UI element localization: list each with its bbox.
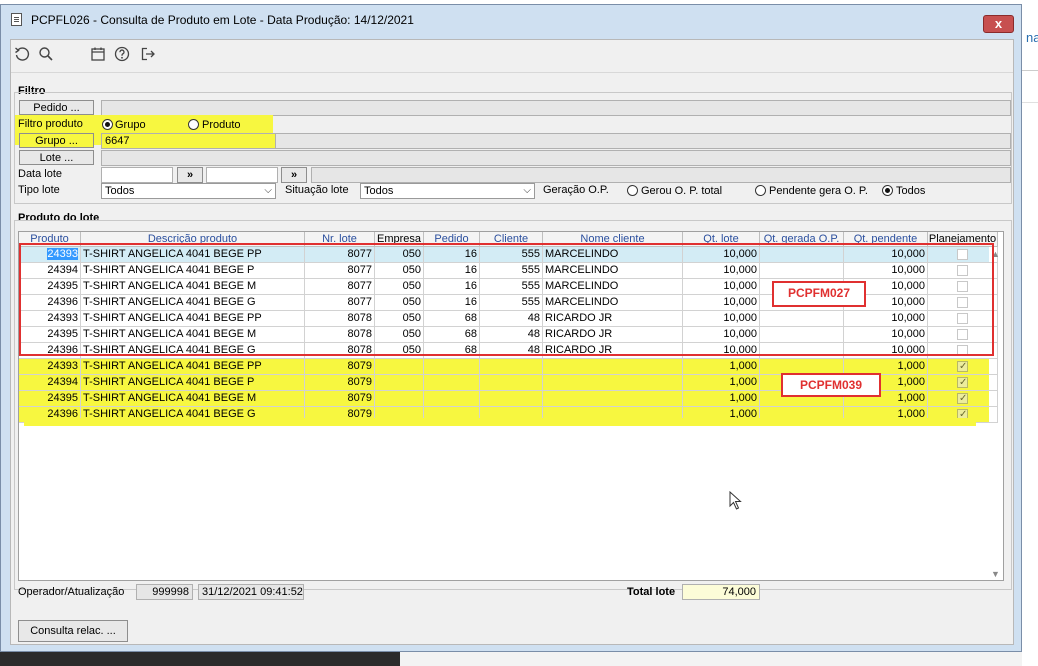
planejamento-checkbox[interactable] [957, 391, 968, 406]
taskbar-left [0, 650, 400, 666]
planejamento-checkbox[interactable] [957, 375, 968, 390]
cell-col-pedido [424, 391, 480, 407]
grupo-button[interactable]: Grupo ... [19, 133, 94, 148]
data-lote-from-button[interactable]: » [177, 167, 203, 183]
data-lote-label: Data lote [18, 168, 63, 180]
data-lote-to[interactable] [206, 167, 278, 183]
pedido-field[interactable] [101, 100, 1011, 116]
data-lote-to-button[interactable]: » [281, 167, 307, 183]
main-window: PCPFL026 - Consulta de Produto em Lote -… [0, 4, 1022, 652]
operador-field: 999998 [136, 584, 193, 600]
calendar-icon[interactable] [89, 46, 107, 64]
cell-col-descricao: T-SHIRT ANGELICA 4041 BEGE M [81, 391, 305, 407]
annotation-label-pcpfm027: PCPFM027 [772, 281, 866, 307]
cell-col-empresa [375, 391, 424, 407]
chevron-down-icon: ⌵ [264, 185, 272, 196]
geracao-op-label: Geração O.P. [543, 184, 609, 196]
situacao-lote-value: Todos [364, 185, 394, 197]
cell-col-cliente [480, 359, 543, 375]
cell-col-produto: 24395 [19, 391, 81, 407]
cell-col-pedido [424, 375, 480, 391]
mouse-cursor-icon [729, 490, 743, 514]
radio-pendente-gera-op[interactable] [755, 185, 766, 196]
grupo-field[interactable]: 6647 [101, 133, 276, 149]
grupo-description-field [275, 133, 1011, 149]
radio-produto[interactable] [188, 119, 199, 130]
total-lote-label: Total lote [627, 586, 676, 598]
background-app: na [1022, 0, 1038, 666]
filtro-produto-label: Filtro produto [18, 118, 83, 130]
cell-col-planejamento [928, 359, 998, 375]
help-icon[interactable] [113, 46, 131, 64]
radio-gerou-op-total[interactable] [627, 185, 638, 196]
radio-grupo[interactable] [102, 119, 113, 130]
consulta-relac-label: Consulta relac. ... [30, 625, 116, 637]
radio-pendente-label: Pendente gera O. P. [769, 185, 868, 197]
cell-col-qt-lote: 1,000 [683, 375, 760, 391]
window-title: PCPFL026 - Consulta de Produto em Lote -… [31, 13, 414, 27]
chevron-down-icon: ⌵ [523, 185, 531, 196]
annotation-label-pcpfm039: PCPFM039 [781, 373, 881, 397]
lote-field[interactable] [101, 150, 1011, 166]
cell-col-empresa [375, 359, 424, 375]
radio-produto-label: Produto [202, 119, 241, 131]
cell-col-nome-cliente [543, 391, 683, 407]
cell-col-nome-cliente [543, 359, 683, 375]
annotation-highlight-pcpfm039 [24, 418, 976, 426]
consulta-relac-button[interactable]: Consulta relac. ... [18, 620, 128, 642]
tipo-lote-value: Todos [105, 185, 135, 197]
pedido-button-label: Pedido ... [33, 102, 80, 114]
planejamento-checkbox[interactable] [957, 359, 968, 374]
refresh-icon[interactable] [13, 46, 31, 64]
cell-col-produto: 24394 [19, 375, 81, 391]
toolbar-divider [11, 72, 1013, 73]
title-bar: PCPFL026 - Consulta de Produto em Lote -… [1, 5, 1021, 35]
scroll-down-icon[interactable]: ▼ [991, 569, 1000, 579]
cell-col-planejamento [928, 375, 998, 391]
background-text: na [1026, 30, 1038, 45]
document-icon [11, 13, 22, 26]
radio-todos-label: Todos [896, 185, 926, 197]
cell-col-descricao: T-SHIRT ANGELICA 4041 BEGE PP [81, 359, 305, 375]
data-lote-from[interactable] [101, 167, 173, 183]
grupo-button-label: Grupo ... [35, 135, 78, 147]
cell-col-nr-lote: 8079 [305, 391, 375, 407]
situacao-lote-select[interactable]: Todos ⌵ [360, 183, 535, 199]
cell-col-qt-lote: 1,000 [683, 359, 760, 375]
situacao-lote-label: Situação lote [285, 184, 349, 196]
lote-button[interactable]: Lote ... [19, 150, 94, 165]
exit-icon[interactable] [139, 46, 157, 64]
tipo-lote-label: Tipo lote [18, 184, 60, 196]
cell-col-cliente [480, 375, 543, 391]
cell-col-planejamento [928, 391, 998, 407]
cell-col-nr-lote: 8079 [305, 375, 375, 391]
taskbar-right [400, 650, 1022, 666]
tipo-lote-select[interactable]: Todos ⌵ [101, 183, 276, 199]
cell-col-nr-lote: 8079 [305, 359, 375, 375]
cell-col-produto: 24393 [19, 359, 81, 375]
cell-col-empresa [375, 375, 424, 391]
cell-col-nome-cliente [543, 375, 683, 391]
close-button[interactable]: x [983, 15, 1014, 33]
operador-label: Operador/Atualização [18, 586, 125, 598]
cell-col-qt-lote: 1,000 [683, 391, 760, 407]
cell-col-cliente [480, 391, 543, 407]
pedido-button[interactable]: Pedido ... [19, 100, 94, 115]
cell-col-pedido [424, 359, 480, 375]
total-lote-field: 74,000 [682, 584, 760, 600]
data-lote-extra-field [311, 167, 1011, 183]
cell-col-descricao: T-SHIRT ANGELICA 4041 BEGE P [81, 375, 305, 391]
search-icon[interactable] [37, 46, 55, 64]
radio-grupo-label: Grupo [115, 119, 146, 131]
client-area: Filtro Pedido ... Filtro produto Grupo P… [10, 39, 1014, 645]
radio-todos[interactable] [882, 185, 893, 196]
atualizacao-field: 31/12/2021 09:41:52 [198, 584, 304, 600]
lote-button-label: Lote ... [39, 152, 74, 164]
radio-gerou-label: Gerou O. P. total [641, 185, 723, 197]
